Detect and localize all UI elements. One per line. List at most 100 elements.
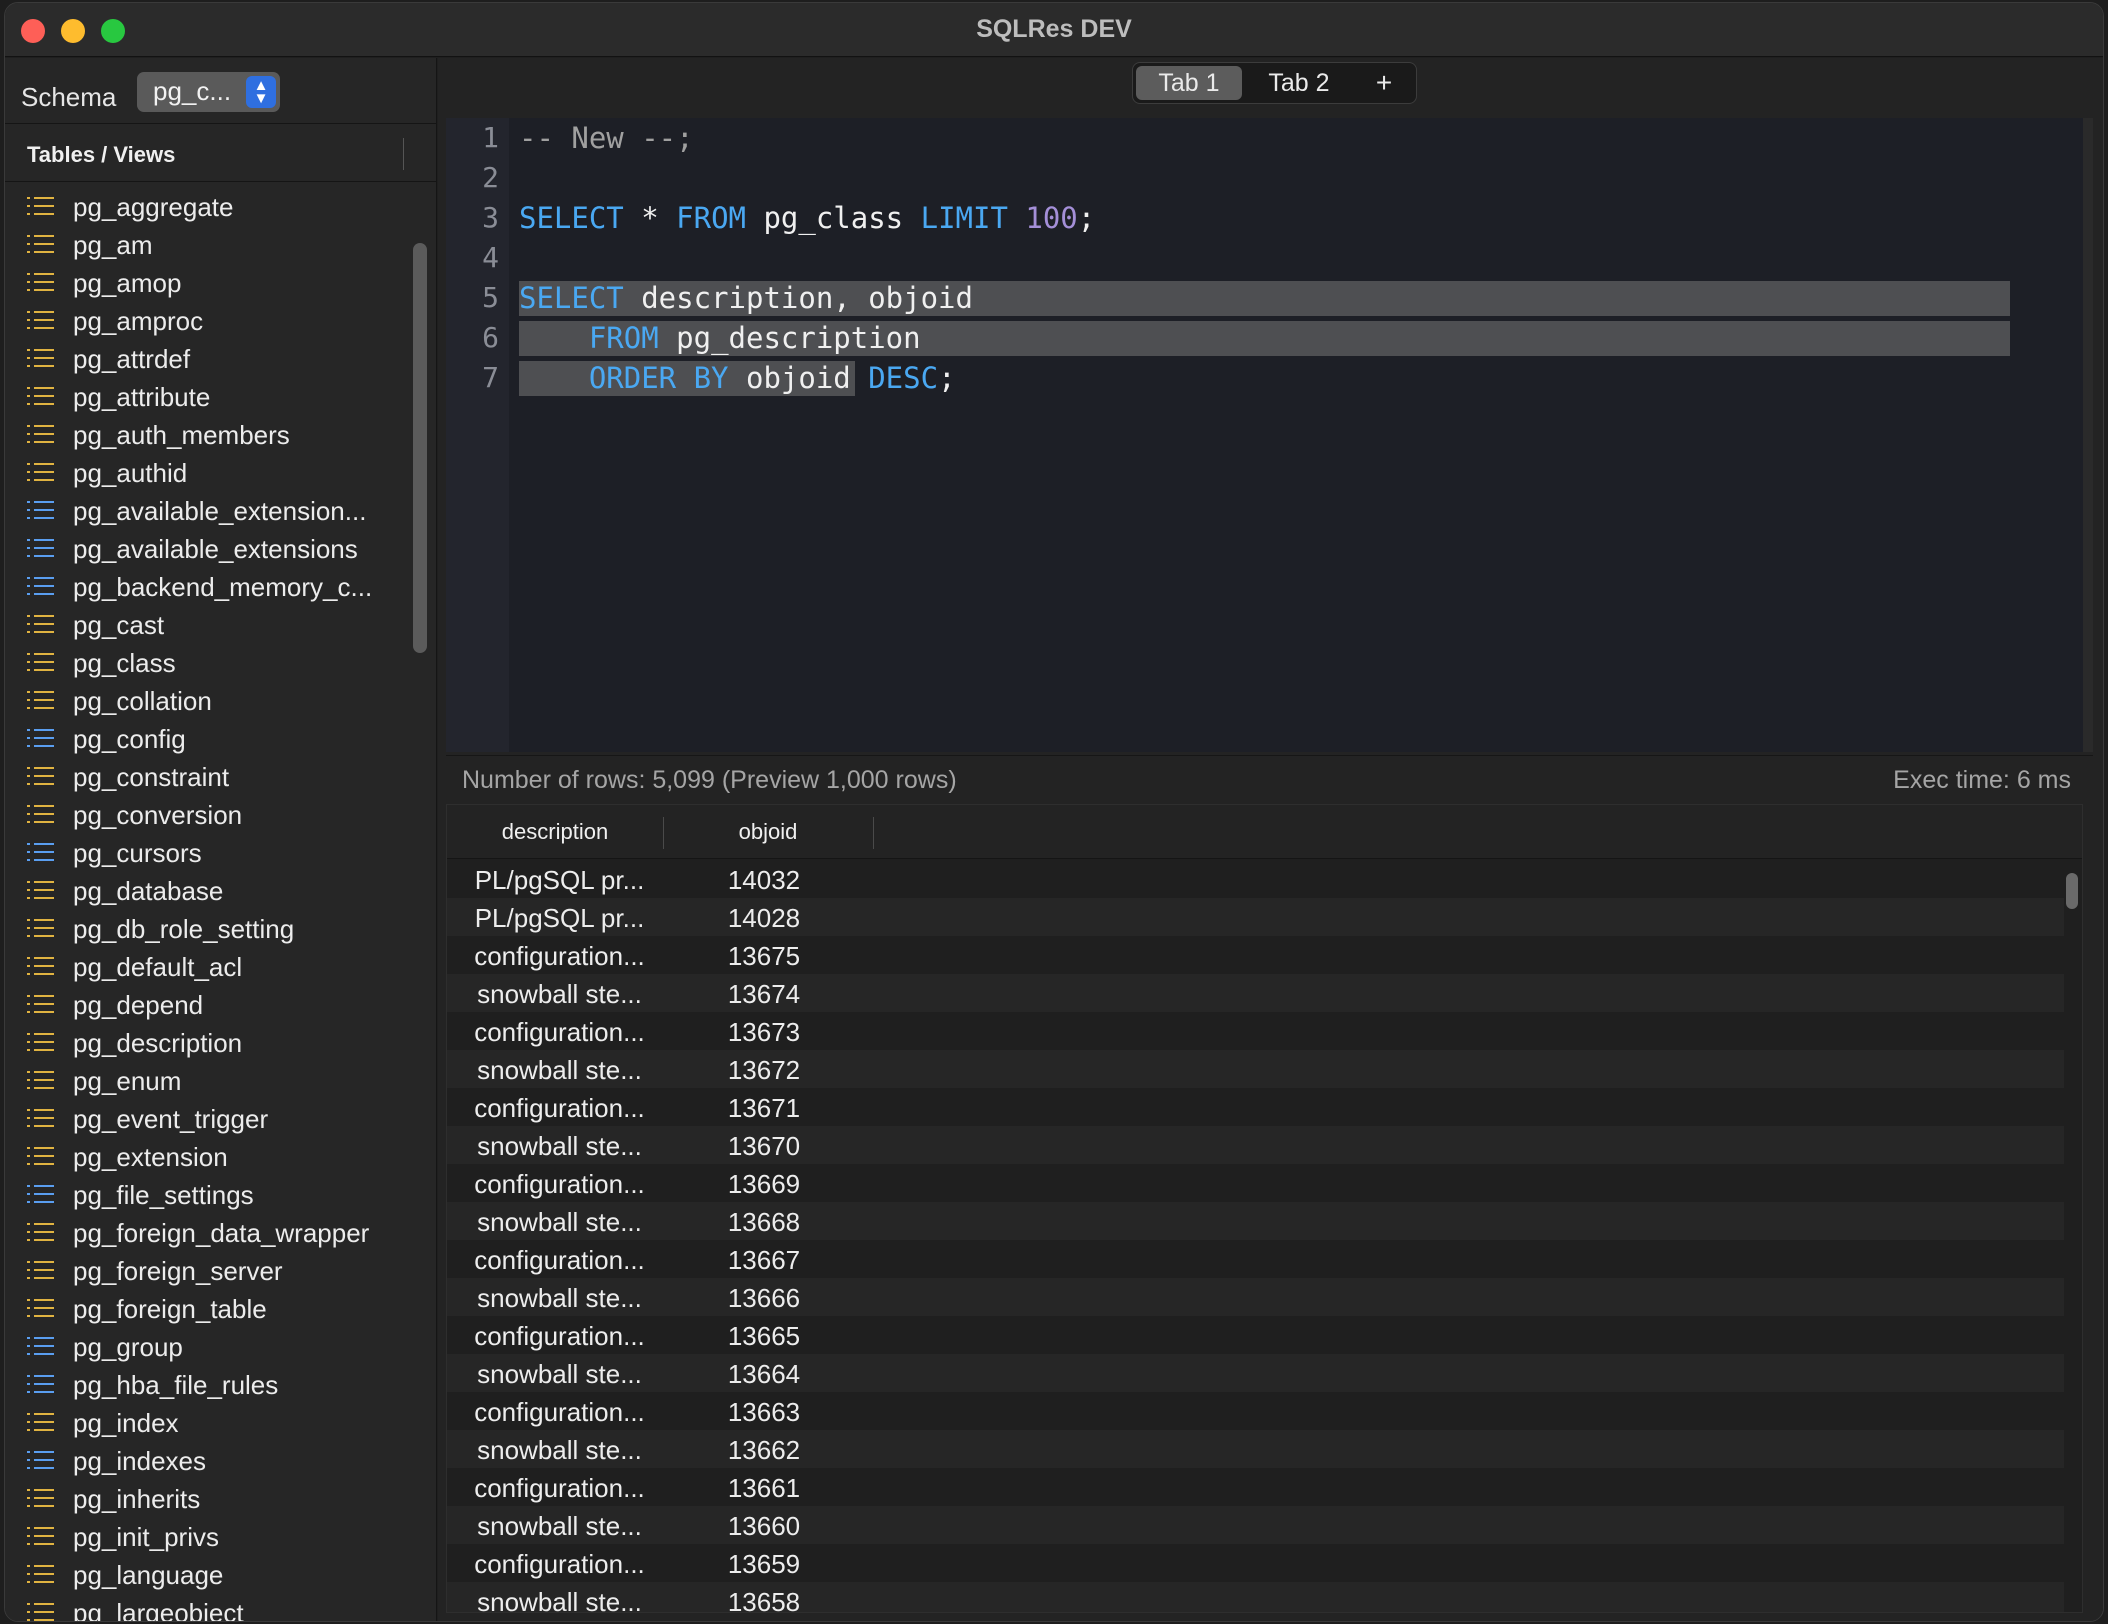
- sidebar-item-pg_init_privs[interactable]: pg_init_privs: [5, 1517, 405, 1555]
- sidebar-item-label: pg_index: [73, 1408, 179, 1438]
- table-row[interactable]: snowball ste... 13658: [447, 1582, 2064, 1612]
- cell-description: snowball ste...: [477, 1283, 642, 1313]
- sidebar-item-pg_aggregate[interactable]: pg_aggregate: [5, 187, 405, 225]
- schema-select[interactable]: pg_c... ▲ ▼: [137, 72, 280, 112]
- table-row[interactable]: snowball ste... 13670: [447, 1126, 2064, 1164]
- row-count-text: Number of rows: 5,099 (Preview 1,000 row…: [462, 766, 957, 794]
- sidebar-item-pg_available_extension[interactable]: pg_available_extension...: [5, 491, 405, 529]
- sql-editor[interactable]: 1 2 3 4 5 6 7 -- New --; SELECT * FROM p…: [446, 118, 2083, 752]
- table-row[interactable]: configuration... 13659: [447, 1544, 2064, 1582]
- column-header-objoid[interactable]: objoid: [663, 819, 873, 845]
- add-tab-button[interactable]: +: [1359, 66, 1409, 100]
- sidebar-item-pg_language[interactable]: pg_language: [5, 1555, 405, 1593]
- sidebar-item-pg_constraint[interactable]: pg_constraint: [5, 757, 405, 795]
- sidebar-item-pg_group[interactable]: pg_group: [5, 1327, 405, 1365]
- sidebar-item-pg_enum[interactable]: pg_enum: [5, 1061, 405, 1099]
- sidebar-item-pg_event_trigger[interactable]: pg_event_trigger: [5, 1099, 405, 1137]
- table-row[interactable]: snowball ste... 13666: [447, 1278, 2064, 1316]
- sidebar-item-pg_cursors[interactable]: pg_cursors: [5, 833, 405, 871]
- table-row[interactable]: configuration... 13671: [447, 1088, 2064, 1126]
- cell-description: configuration...: [474, 1093, 645, 1123]
- sidebar-item-pg_db_role_setting[interactable]: pg_db_role_setting: [5, 909, 405, 947]
- sidebar-item-pg_hba_file_rules[interactable]: pg_hba_file_rules: [5, 1365, 405, 1403]
- table-row[interactable]: snowball ste... 13660: [447, 1506, 2064, 1544]
- sidebar-item-pg_extension[interactable]: pg_extension: [5, 1137, 405, 1175]
- sidebar-item-pg_authid[interactable]: pg_authid: [5, 453, 405, 491]
- sidebar-item-label: pg_extension: [73, 1142, 228, 1172]
- sidebar-item-pg_auth_members[interactable]: pg_auth_members: [5, 415, 405, 453]
- cell-objoid: 13670: [727, 1131, 801, 1161]
- sidebar-item-pg_cast[interactable]: pg_cast: [5, 605, 405, 643]
- table-row[interactable]: snowball ste... 13664: [447, 1354, 2064, 1392]
- sidebar-item-label: pg_cast: [73, 610, 165, 640]
- sidebar-item-pg_backend_memory_c[interactable]: pg_backend_memory_c...: [5, 567, 405, 605]
- table-row[interactable]: snowball ste... 13668: [447, 1202, 2064, 1240]
- table-list-icon: [27, 1602, 55, 1621]
- status-bar: Number of rows: 5,099 (Preview 1,000 row…: [446, 755, 2093, 801]
- sidebar-item-pg_foreign_table[interactable]: pg_foreign_table: [5, 1289, 405, 1327]
- sidebar-item-pg_available_extensions[interactable]: pg_available_extensions: [5, 529, 405, 567]
- sidebar-item-pg_description[interactable]: pg_description: [5, 1023, 405, 1061]
- schema-select-value: pg_c...: [153, 76, 232, 106]
- table-list-icon: [27, 234, 55, 254]
- sidebar-item-label: pg_collation: [73, 686, 212, 716]
- sidebar-item-pg_class[interactable]: pg_class: [5, 643, 405, 681]
- column-header-description[interactable]: description: [447, 819, 663, 845]
- sidebar-item-label: pg_enum: [73, 1066, 182, 1096]
- tab-2[interactable]: Tab 2: [1249, 66, 1349, 100]
- view-list-icon: [27, 1184, 55, 1204]
- table-row[interactable]: configuration... 13675: [447, 936, 2064, 974]
- table-row[interactable]: configuration... 13665: [447, 1316, 2064, 1354]
- sidebar-item-pg_amproc[interactable]: pg_amproc: [5, 301, 405, 339]
- sidebar-item-pg_foreign_data_wrapper[interactable]: pg_foreign_data_wrapper: [5, 1213, 405, 1251]
- table-row[interactable]: configuration... 13669: [447, 1164, 2064, 1202]
- cell-description: snowball ste...: [477, 1359, 642, 1389]
- sidebar-item-pg_index[interactable]: pg_index: [5, 1403, 405, 1441]
- table-row[interactable]: configuration... 13661: [447, 1468, 2064, 1506]
- table-row[interactable]: snowball ste... 13674: [447, 974, 2064, 1012]
- table-row[interactable]: configuration... 13673: [447, 1012, 2064, 1050]
- line-number: 3: [482, 201, 499, 234]
- cell-objoid: 13673: [727, 1017, 801, 1047]
- sidebar-item-label: pg_aggregate: [73, 192, 234, 222]
- sidebar-item-pg_depend[interactable]: pg_depend: [5, 985, 405, 1023]
- sidebar-item-pg_file_settings[interactable]: pg_file_settings: [5, 1175, 405, 1213]
- sidebar-item-pg_conversion[interactable]: pg_conversion: [5, 795, 405, 833]
- sidebar-scrollbar[interactable]: [413, 243, 427, 653]
- table-row[interactable]: PL/pgSQL pr... 14032: [447, 860, 2064, 898]
- line-number: 2: [482, 161, 499, 194]
- table-row[interactable]: PL/pgSQL pr... 14028: [447, 898, 2064, 936]
- sidebar-item-pg_config[interactable]: pg_config: [5, 719, 405, 757]
- sidebar-item-pg_attribute[interactable]: pg_attribute: [5, 377, 405, 415]
- tables-views-header[interactable]: Tables / Views: [5, 124, 437, 182]
- cell-description: configuration...: [474, 941, 645, 971]
- cell-objoid: 13668: [727, 1207, 801, 1237]
- code-area[interactable]: -- New --; SELECT * FROM pg_class LIMIT …: [519, 118, 2083, 398]
- sidebar-item-label: pg_attrdef: [73, 344, 191, 374]
- tab-1[interactable]: Tab 1: [1136, 66, 1242, 100]
- sidebar-item-pg_largeobject[interactable]: pg_largeobject: [5, 1593, 405, 1621]
- table-list-icon: [27, 1412, 55, 1432]
- sidebar-item-pg_collation[interactable]: pg_collation: [5, 681, 405, 719]
- sidebar-item-pg_inherits[interactable]: pg_inherits: [5, 1479, 405, 1517]
- sidebar-item-label: pg_available_extension...: [73, 496, 367, 526]
- sidebar-item-label: pg_depend: [73, 990, 204, 1020]
- sidebar-item-pg_foreign_server[interactable]: pg_foreign_server: [5, 1251, 405, 1289]
- table-row[interactable]: snowball ste... 13662: [447, 1430, 2064, 1468]
- sidebar-item-pg_database[interactable]: pg_database: [5, 871, 405, 909]
- view-list-icon: [27, 1450, 55, 1470]
- table-row[interactable]: configuration... 13667: [447, 1240, 2064, 1278]
- table-list-icon: [27, 272, 55, 292]
- sidebar-item-pg_indexes[interactable]: pg_indexes: [5, 1441, 405, 1479]
- sidebar-item-pg_am[interactable]: pg_am: [5, 225, 405, 263]
- sidebar-item-label: pg_event_trigger: [73, 1104, 269, 1134]
- sidebar-item-pg_default_acl[interactable]: pg_default_acl: [5, 947, 405, 985]
- sidebar-item-pg_attrdef[interactable]: pg_attrdef: [5, 339, 405, 377]
- table-row[interactable]: configuration... 13663: [447, 1392, 2064, 1430]
- column-separator[interactable]: [873, 817, 874, 849]
- cell-objoid: 14032: [727, 865, 801, 895]
- line-number-gutter: 1 2 3 4 5 6 7: [446, 118, 509, 752]
- sidebar-item-pg_amop[interactable]: pg_amop: [5, 263, 405, 301]
- results-scrollbar[interactable]: [2066, 873, 2078, 909]
- table-row[interactable]: snowball ste... 13672: [447, 1050, 2064, 1088]
